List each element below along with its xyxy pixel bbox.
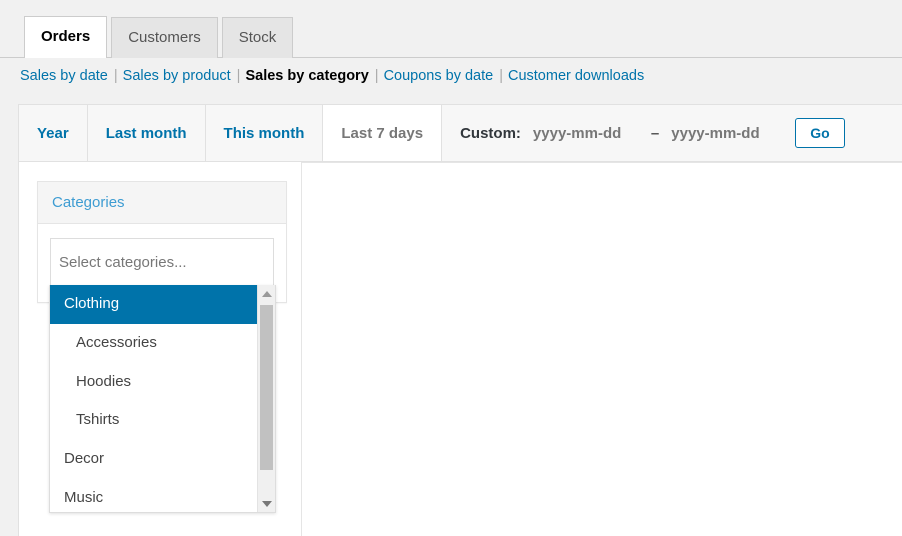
range-option-last-7-days-label: Last 7 days <box>341 125 423 142</box>
subnav-link-coupons-by-date[interactable]: Coupons by date <box>384 68 494 84</box>
go-button[interactable]: Go <box>795 118 844 149</box>
categories-widget-header: Categories <box>38 182 286 224</box>
dropdown-option-label: Hoodies <box>76 373 131 390</box>
dropdown-option-label: Decor <box>64 450 104 467</box>
report-type-tabs: Orders Customers Stock <box>24 16 293 58</box>
subnav-separator: | <box>375 68 379 84</box>
dropdown-option-accessories[interactable]: Accessories <box>50 324 257 363</box>
categories-widget-title: Categories <box>52 194 272 211</box>
custom-range-dash: – <box>651 125 659 142</box>
dropdown-option-clothing[interactable]: Clothing <box>50 285 257 324</box>
tab-orders-label: Orders <box>41 28 90 45</box>
tab-stock[interactable]: Stock <box>222 17 294 58</box>
categories-select-placeholder: Select categories... <box>59 254 187 271</box>
dropdown-option-music[interactable]: Music <box>50 479 257 512</box>
triangle-up-icon[interactable] <box>258 285 275 302</box>
tab-orders[interactable]: Orders <box>24 16 107 58</box>
range-option-year-label: Year <box>37 125 69 142</box>
dropdown-option-label: Music <box>64 489 103 506</box>
subnav-separator: | <box>499 68 503 84</box>
categories-dropdown-list: Clothing Accessories Hoodies Tshirts Dec… <box>50 285 257 512</box>
dropdown-option-decor[interactable]: Decor <box>50 440 257 479</box>
triangle-down-icon[interactable] <box>258 495 275 512</box>
report-sidebar: Categories Select categories... Clothing… <box>37 181 287 303</box>
tab-customers[interactable]: Customers <box>111 17 218 58</box>
range-option-year[interactable]: Year <box>19 105 88 161</box>
dropdown-scrollbar-thumb[interactable] <box>260 305 273 470</box>
report-type-tab-strip: Orders Customers Stock <box>0 0 902 58</box>
report-body: Categories Select categories... Clothing… <box>19 162 902 536</box>
dropdown-option-tshirts[interactable]: Tshirts <box>50 401 257 440</box>
custom-range-to-input[interactable] <box>669 121 779 146</box>
dropdown-option-label: Accessories <box>76 334 157 351</box>
range-option-this-month-label: This month <box>224 125 305 142</box>
range-option-last-7-days[interactable]: Last 7 days <box>323 105 442 161</box>
report-subnav: Sales by date | Sales by product | Sales… <box>20 68 644 84</box>
subnav-link-sales-by-category[interactable]: Sales by category <box>245 68 368 84</box>
report-content-wrapper: Year Last month This month Last 7 days C… <box>18 104 902 536</box>
sales-by-category-chart-panel <box>301 162 902 536</box>
chart-canvas <box>302 163 902 536</box>
tab-stock-label: Stock <box>239 29 277 46</box>
subnav-link-customer-downloads[interactable]: Customer downloads <box>508 68 644 84</box>
categories-select-field[interactable]: Select categories... <box>50 238 274 286</box>
custom-range-label: Custom: <box>460 125 521 142</box>
subnav-separator: | <box>114 68 118 84</box>
categories-dropdown: Clothing Accessories Hoodies Tshirts Dec… <box>49 285 276 513</box>
dropdown-scrollbar[interactable] <box>257 285 275 512</box>
tab-customers-label: Customers <box>128 29 201 46</box>
subnav-link-sales-by-product[interactable]: Sales by product <box>123 68 231 84</box>
subnav-separator: | <box>237 68 241 84</box>
custom-range-from-input[interactable] <box>531 121 641 146</box>
range-option-last-month[interactable]: Last month <box>88 105 206 161</box>
subnav-link-sales-by-date[interactable]: Sales by date <box>20 68 108 84</box>
range-option-this-month[interactable]: This month <box>206 105 324 161</box>
custom-range-block: Custom: – Go <box>442 105 902 161</box>
date-range-filter-bar: Year Last month This month Last 7 days C… <box>19 105 902 162</box>
range-option-last-month-label: Last month <box>106 125 187 142</box>
dropdown-option-label: Tshirts <box>76 411 119 428</box>
dropdown-option-hoodies[interactable]: Hoodies <box>50 363 257 402</box>
dropdown-option-label: Clothing <box>64 295 119 312</box>
